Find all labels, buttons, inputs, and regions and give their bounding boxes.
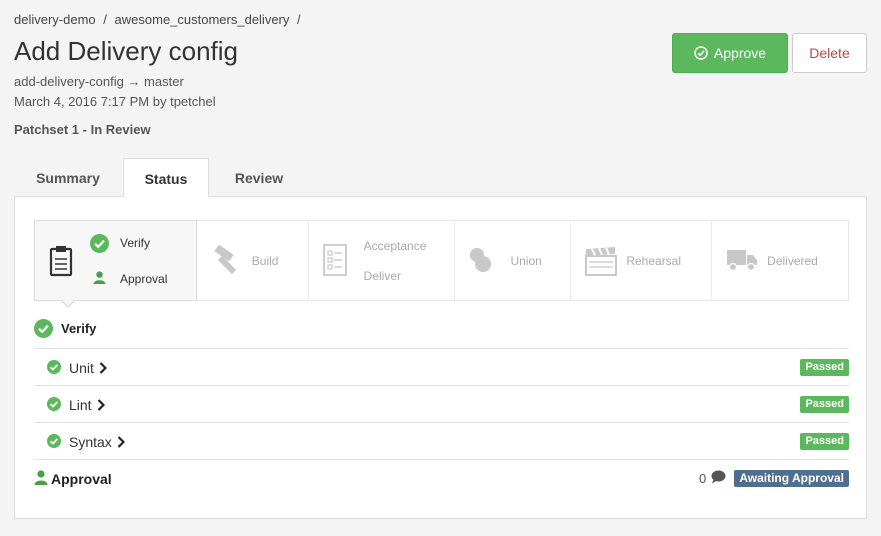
breadcrumb-project-link[interactable]: awesome_customers_delivery bbox=[115, 12, 290, 27]
verify-section-header: Verify bbox=[34, 319, 96, 338]
chevron-right-icon bbox=[117, 436, 125, 448]
check-circle-icon bbox=[47, 360, 61, 374]
approval-row: Approval 0 Awaiting Approval bbox=[34, 459, 849, 496]
clapperboard-icon bbox=[585, 247, 618, 276]
active-stage-pointer bbox=[60, 299, 76, 308]
verify-section-title: Verify bbox=[61, 321, 97, 336]
tab-review[interactable]: Review bbox=[209, 158, 309, 196]
approval-title: Approval bbox=[51, 471, 112, 487]
status-badge: Passed bbox=[800, 396, 849, 413]
tab-summary[interactable]: Summary bbox=[14, 158, 122, 196]
status-badge: Passed bbox=[800, 359, 849, 376]
stage-acceptance[interactable]: Acceptance Deliver bbox=[309, 221, 456, 300]
check-circle-icon bbox=[90, 234, 109, 253]
stage-deliver-label: Deliver bbox=[363, 269, 401, 283]
lint-toggle[interactable]: Lint bbox=[69, 397, 105, 413]
user-icon bbox=[34, 470, 48, 485]
stage-build-label: Build bbox=[251, 254, 279, 268]
comment-count: 0 bbox=[699, 471, 707, 486]
date-author: March 4, 2016 7:17 PM by tpetchel bbox=[14, 94, 216, 109]
union-icon bbox=[470, 248, 492, 272]
breadcrumb-separator: / bbox=[103, 12, 107, 27]
branch-info: add-delivery-config → master bbox=[14, 74, 184, 89]
stage-delivered-label: Delivered bbox=[767, 254, 818, 268]
verify-row-unit: Unit Passed bbox=[34, 348, 849, 385]
row-label: Syntax bbox=[69, 434, 112, 450]
row-label: Lint bbox=[69, 397, 92, 413]
truck-icon bbox=[727, 250, 758, 272]
user-icon bbox=[93, 271, 106, 284]
check-circle-icon bbox=[47, 397, 61, 411]
row-label: Unit bbox=[69, 360, 94, 376]
approve-label: Approve bbox=[713, 45, 767, 61]
patchset-status: Patchset 1 - In Review bbox=[14, 122, 151, 137]
stage-build[interactable]: Build bbox=[197, 221, 309, 300]
stage-rehearsal[interactable]: Rehearsal bbox=[571, 221, 713, 300]
approve-button[interactable]: Approve bbox=[672, 33, 788, 73]
approval-status-badge: Awaiting Approval bbox=[734, 470, 849, 487]
stage-union-label: Union bbox=[510, 254, 542, 268]
clipboard-icon bbox=[49, 246, 73, 277]
syntax-toggle[interactable]: Syntax bbox=[69, 434, 125, 450]
unit-toggle[interactable]: Unit bbox=[69, 360, 107, 376]
stage-approval-label: Approval bbox=[120, 272, 168, 286]
hammer-icon bbox=[214, 245, 236, 275]
comment-icon[interactable] bbox=[711, 470, 726, 484]
stage-acceptance-label: Acceptance bbox=[363, 239, 427, 253]
check-circle-icon bbox=[694, 46, 708, 60]
tab-status[interactable]: Status bbox=[123, 158, 209, 197]
stage-union[interactable]: Union bbox=[455, 221, 572, 300]
chevron-right-icon bbox=[99, 362, 107, 374]
delete-button[interactable]: Delete bbox=[792, 33, 867, 73]
stage-verify-approval[interactable]: Verify Approval bbox=[34, 220, 197, 308]
breadcrumb: delivery-demo / awesome_customers_delive… bbox=[14, 12, 305, 27]
status-badge: Passed bbox=[800, 433, 849, 450]
checklist-icon bbox=[322, 244, 347, 276]
chevron-right-icon bbox=[97, 399, 105, 411]
stage-verify-label: Verify bbox=[120, 236, 151, 250]
breadcrumb-separator: / bbox=[297, 12, 301, 27]
check-circle-icon bbox=[34, 319, 53, 338]
pipeline-stages: Verify Approval Build Acceptance Deliver… bbox=[34, 220, 849, 308]
check-circle-icon bbox=[47, 434, 61, 448]
verify-row-syntax: Syntax Passed bbox=[34, 422, 849, 459]
verify-row-lint: Lint Passed bbox=[34, 385, 849, 422]
breadcrumb-org-link[interactable]: delivery-demo bbox=[14, 12, 96, 27]
page-title: Add Delivery config bbox=[14, 36, 238, 66]
stage-rehearsal-label: Rehearsal bbox=[626, 254, 682, 268]
stage-delivered[interactable]: Delivered bbox=[712, 221, 848, 300]
status-panel: Verify Approval Build Acceptance Deliver… bbox=[14, 196, 867, 519]
